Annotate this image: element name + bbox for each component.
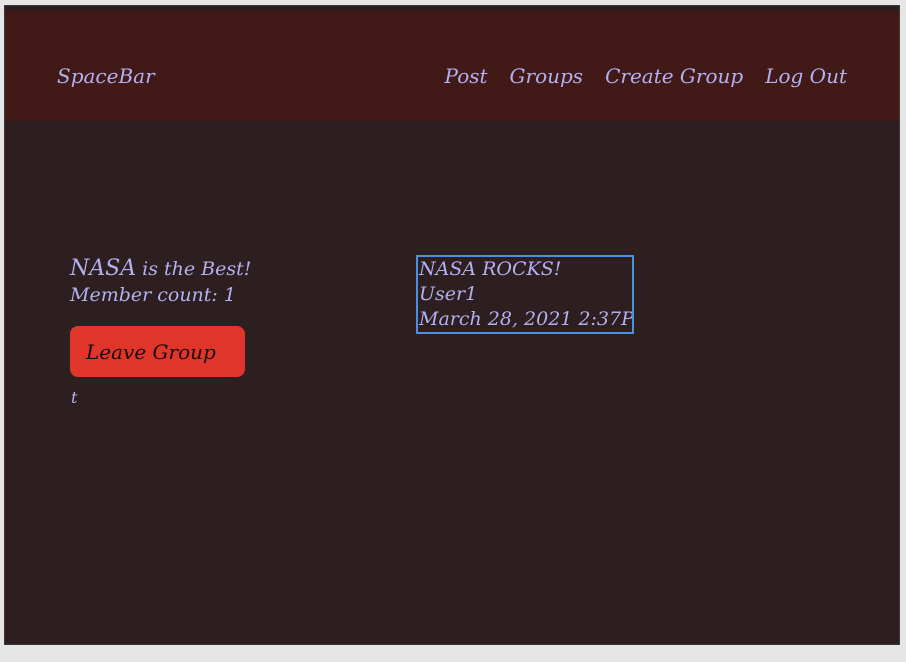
nav-post-link[interactable]: Post xyxy=(445,64,488,88)
brand-link[interactable]: SpaceBar xyxy=(57,64,155,88)
leave-group-button[interactable]: Leave Group xyxy=(70,326,245,377)
member-count: Member count: 1 xyxy=(70,284,236,306)
nav-create-group-link[interactable]: Create Group xyxy=(605,64,743,88)
post-author: User1 xyxy=(419,283,478,305)
post-title: NASA ROCKS! xyxy=(419,258,562,280)
navbar: SpaceBar Post Groups Create Group Log Ou… xyxy=(5,11,899,121)
group-info: NASA is the Best! Member count: 1 xyxy=(70,256,251,308)
group-name: NASA xyxy=(70,256,137,281)
group-title: NASA is the Best! xyxy=(70,256,251,282)
group-name-suffix: is the Best! xyxy=(136,258,252,280)
stray-text: t xyxy=(71,388,78,407)
nav-links: Post Groups Create Group Log Out xyxy=(445,64,847,88)
app-window: SpaceBar Post Groups Create Group Log Ou… xyxy=(4,5,900,645)
post-card[interactable]: NASA ROCKS! User1 March 28, 2021 2:37PM xyxy=(416,255,634,334)
nav-logout-link[interactable]: Log Out xyxy=(765,64,847,88)
post-timestamp: March 28, 2021 2:37PM xyxy=(419,308,634,330)
nav-groups-link[interactable]: Groups xyxy=(510,64,584,88)
